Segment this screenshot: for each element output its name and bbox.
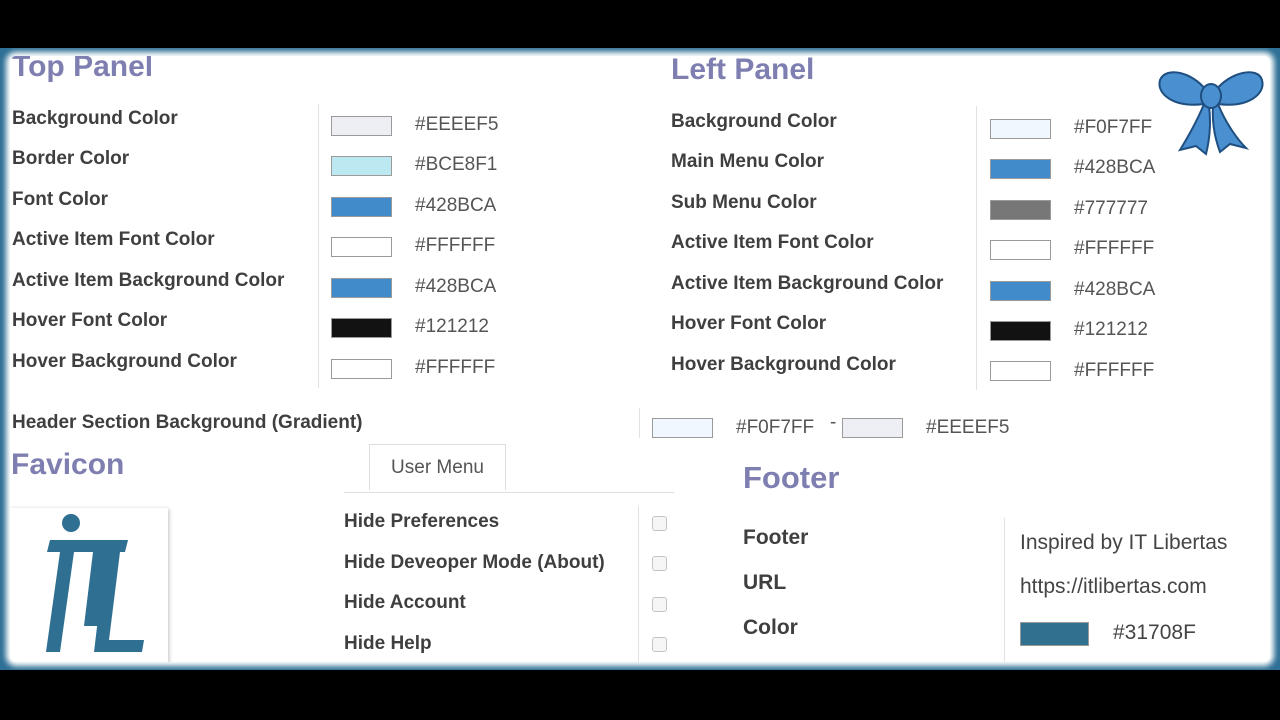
row-label: Main Menu Color xyxy=(671,151,825,172)
row-label: Active Item Background Color xyxy=(12,270,285,291)
gradient-separator: - xyxy=(830,412,837,433)
footer-url-value[interactable]: https://itlibertas.com xyxy=(1020,575,1207,599)
color-swatch[interactable] xyxy=(331,197,392,217)
gradient-start-swatch[interactable] xyxy=(652,418,713,438)
hex-value[interactable]: #FFFFFF xyxy=(415,235,495,257)
row-label: Font Color xyxy=(12,189,109,210)
left-panel-title: Left Panel xyxy=(671,56,815,86)
footer-label-color: Color xyxy=(743,616,798,639)
footer-label-url: URL xyxy=(743,571,787,594)
header-gradient-divider xyxy=(639,408,640,438)
hex-value[interactable]: #FFFFFF xyxy=(415,357,495,379)
hex-value[interactable]: #777777 xyxy=(1074,198,1148,220)
color-swatch[interactable] xyxy=(990,321,1051,341)
row-label: Hover Background Color xyxy=(671,354,896,375)
footer-divider xyxy=(1004,518,1005,662)
hex-value[interactable]: #F0F7FF xyxy=(1074,117,1152,139)
hex-value[interactable]: #428BCA xyxy=(415,276,496,298)
row-label: Background Color xyxy=(671,111,837,132)
row-label: Hover Font Color xyxy=(671,313,827,334)
row-label: Hover Font Color xyxy=(12,310,168,331)
hex-value[interactable]: #121212 xyxy=(1074,319,1148,341)
footer-label-footer: Footer xyxy=(743,526,809,549)
row-label: Background Color xyxy=(12,108,178,129)
screenshot-frame: Top Panel Background Color #EEEEF5 Borde… xyxy=(0,48,1280,670)
hide-account-checkbox[interactable] xyxy=(652,597,667,612)
user-menu-divider xyxy=(638,506,639,662)
top-panel-title: Top Panel xyxy=(12,56,154,83)
tab-label: User Menu xyxy=(391,456,484,478)
hide-developer-mode-checkbox[interactable] xyxy=(652,556,667,571)
color-swatch[interactable] xyxy=(331,156,392,176)
color-swatch[interactable] xyxy=(990,200,1051,220)
user-menu-item-label: Hide Deveoper Mode (About) xyxy=(344,552,605,573)
hex-value[interactable]: #428BCA xyxy=(415,195,496,217)
row-label: Active Item Background Color xyxy=(671,273,944,294)
color-swatch[interactable] xyxy=(331,116,392,136)
hide-help-checkbox[interactable] xyxy=(652,637,667,652)
color-swatch[interactable] xyxy=(331,359,392,379)
row-label: Hover Background Color xyxy=(12,351,237,372)
hex-value[interactable]: #FFFFFF xyxy=(1074,360,1154,382)
footer-title: Footer xyxy=(743,460,840,495)
footer-text-value[interactable]: Inspired by IT Libertas xyxy=(1020,531,1227,555)
settings-canvas: Top Panel Background Color #EEEEF5 Borde… xyxy=(10,56,1270,662)
hex-value[interactable]: #EEEEF5 xyxy=(415,114,498,136)
hex-value[interactable]: #FFFFFF xyxy=(1074,238,1154,260)
color-swatch[interactable] xyxy=(331,237,392,257)
color-swatch[interactable] xyxy=(990,361,1051,381)
hide-preferences-checkbox[interactable] xyxy=(652,516,667,531)
hex-value[interactable]: #BCE8F1 xyxy=(415,154,497,176)
footer-color-hex[interactable]: #31708F xyxy=(1113,621,1196,645)
footer-color-swatch[interactable] xyxy=(1020,622,1089,646)
color-swatch[interactable] xyxy=(990,240,1051,260)
itl-logo-icon xyxy=(46,514,144,652)
hex-value[interactable]: #428BCA xyxy=(1074,157,1155,179)
gradient-end-swatch[interactable] xyxy=(842,418,903,438)
row-label: Active Item Font Color xyxy=(671,232,874,253)
gradient-end-hex[interactable]: #EEEEF5 xyxy=(926,417,1009,439)
hex-value[interactable]: #428BCA xyxy=(1074,279,1155,301)
color-swatch[interactable] xyxy=(990,281,1051,301)
left-panel-divider xyxy=(976,106,977,390)
user-menu-item-label: Hide Help xyxy=(344,633,432,654)
user-menu-item-label: Hide Preferences xyxy=(344,511,500,532)
color-swatch[interactable] xyxy=(990,119,1051,139)
row-label: Active Item Font Color xyxy=(12,229,215,250)
tab-user-menu[interactable]: User Menu xyxy=(369,444,506,490)
top-panel-divider xyxy=(318,104,319,388)
row-label: Border Color xyxy=(12,148,130,169)
gradient-start-hex[interactable]: #F0F7FF xyxy=(736,417,814,439)
color-swatch[interactable] xyxy=(331,278,392,298)
favicon-preview[interactable] xyxy=(10,508,168,662)
header-gradient-label: Header Section Background (Gradient) xyxy=(12,412,363,433)
bow-icon xyxy=(1158,71,1264,156)
user-menu-item-label: Hide Account xyxy=(344,592,466,613)
favicon-title: Favicon xyxy=(11,448,125,481)
color-swatch[interactable] xyxy=(331,318,392,338)
tab-underline xyxy=(344,492,674,493)
row-label: Sub Menu Color xyxy=(671,192,817,213)
hex-value[interactable]: #121212 xyxy=(415,316,489,338)
color-swatch[interactable] xyxy=(990,159,1051,179)
